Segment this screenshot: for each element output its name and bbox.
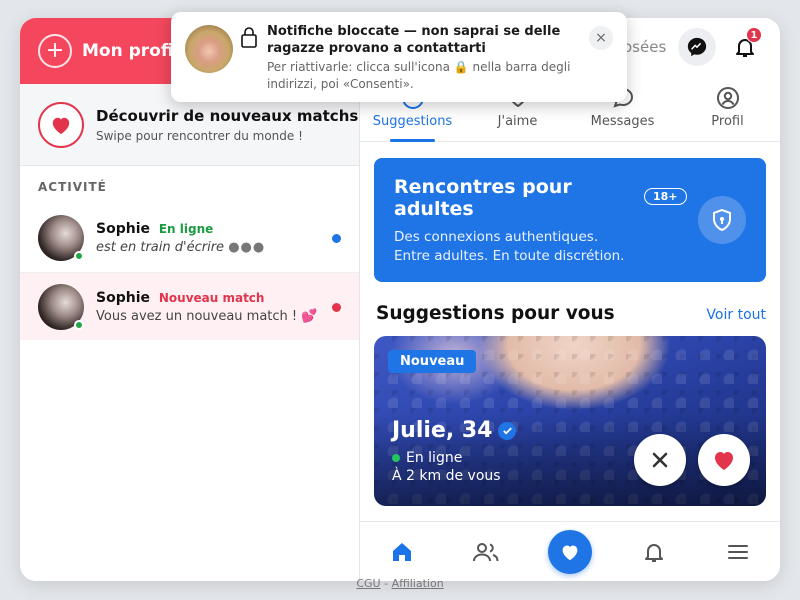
footer-separator: -: [384, 577, 389, 590]
conversation-item[interactable]: Sophie Nouveau match Vous avez un nouvea…: [20, 272, 359, 340]
discover-title: Découvrir de nouveaux matchs: [96, 106, 359, 125]
plus-icon[interactable]: +: [38, 34, 72, 68]
shield-icon: [698, 196, 746, 244]
toast-subtitle: Per riattivarle: clicca sull'icona 🔒 nel…: [267, 60, 571, 91]
my-profile-title[interactable]: Mon profil: [82, 41, 179, 61]
unread-dot: [332, 303, 341, 312]
notification-toast: Notifiche bloccate — non saprai se delle…: [171, 12, 627, 102]
message-preview: est en train d'écrire: [96, 240, 225, 255]
cgu-link[interactable]: CGU: [356, 577, 380, 590]
online-indicator: [392, 454, 400, 462]
promo-title: Rencontres pour adultes: [394, 176, 572, 220]
promo-subtitle-line1: Des connexions authentiques.: [394, 229, 599, 245]
avatar: [38, 215, 84, 261]
affiliation-link[interactable]: Affiliation: [392, 577, 444, 590]
unread-dot: [332, 234, 341, 243]
activity-section-label: ACTIVITÉ: [38, 180, 107, 194]
tab-label: J'aime: [497, 114, 538, 129]
avatar: [38, 283, 84, 330]
contact-name: Sophie: [96, 289, 150, 306]
messenger-button[interactable]: [678, 28, 716, 66]
conversation-item[interactable]: Sophie En ligne est en train d'écrire ●●…: [20, 204, 359, 272]
see-all-link[interactable]: Voir tout: [706, 307, 766, 323]
age-badge: 18+: [644, 188, 687, 205]
online-indicator: [74, 251, 84, 261]
tab-profile[interactable]: Profil: [675, 78, 780, 141]
profile-status: En ligne: [406, 450, 463, 466]
hamburger-menu-icon: [728, 544, 748, 559]
left-panel: + Mon profil Découvrir de nouveaux match…: [20, 18, 360, 581]
nav-menu[interactable]: [716, 530, 760, 574]
tab-label: Suggestions: [372, 114, 453, 129]
typing-indicator: ●●●: [228, 240, 266, 255]
online-tag: En ligne: [158, 222, 214, 236]
pass-button[interactable]: [634, 434, 686, 486]
tab-label: Profil: [711, 114, 744, 129]
nav-matches[interactable]: [548, 529, 592, 574]
profile-card[interactable]: Nouveau Julie, 34 En ligne À 2 km de vou…: [374, 336, 766, 506]
heart-icon: [562, 544, 578, 560]
messenger-icon: [687, 37, 707, 57]
heart-icon: [715, 452, 733, 470]
adult-dating-promo[interactable]: Rencontres pour adultes Des connexions a…: [374, 158, 766, 282]
suggestions-heading: Suggestions pour vous: [376, 303, 615, 324]
bell-icon: [645, 543, 663, 562]
profile-name: Julie, 34: [392, 418, 493, 443]
lock-icon: [241, 27, 257, 48]
avatar: [185, 25, 233, 73]
like-button[interactable]: [698, 434, 750, 486]
contact-name: Sophie: [96, 221, 150, 237]
right-panel: Rencontres proposées 1 Suggestions J'aim…: [360, 18, 780, 581]
profile-distance: À 2 km de vous: [392, 468, 501, 484]
verified-icon: [498, 421, 517, 440]
promo-subtitle-line2: Entre adultes. En toute discrétion.: [394, 248, 625, 264]
footer: CGU - Affiliation: [0, 577, 800, 590]
nav-home[interactable]: [380, 530, 424, 574]
notifications-button[interactable]: 1: [726, 27, 764, 66]
users-icon: [473, 542, 499, 561]
discover-subtitle: Swipe pour rencontrer du monde !: [96, 128, 303, 143]
toast-title: Notifiche bloccate — non saprai se delle…: [267, 24, 561, 56]
user-circle-icon: [716, 87, 739, 109]
home-icon: [393, 542, 411, 561]
heart-icon: [38, 101, 84, 148]
message-preview: Vous avez un nouveau match ! 💕: [96, 308, 318, 324]
notification-badge: 1: [746, 27, 762, 43]
bottom-navigation: [360, 521, 780, 581]
new-match-tag: Nouveau match: [158, 290, 265, 305]
nav-people[interactable]: [464, 530, 508, 574]
online-indicator: [74, 319, 84, 330]
toast-close-button[interactable]: ×: [589, 26, 613, 50]
new-badge: Nouveau: [388, 350, 477, 373]
app-window: + Mon profil Découvrir de nouveaux match…: [20, 18, 780, 581]
tab-label: Messages: [590, 114, 655, 129]
close-icon: [652, 452, 668, 468]
suggestions-header: Suggestions pour vous Voir tout: [376, 303, 766, 324]
nav-notifications[interactable]: [632, 530, 676, 574]
